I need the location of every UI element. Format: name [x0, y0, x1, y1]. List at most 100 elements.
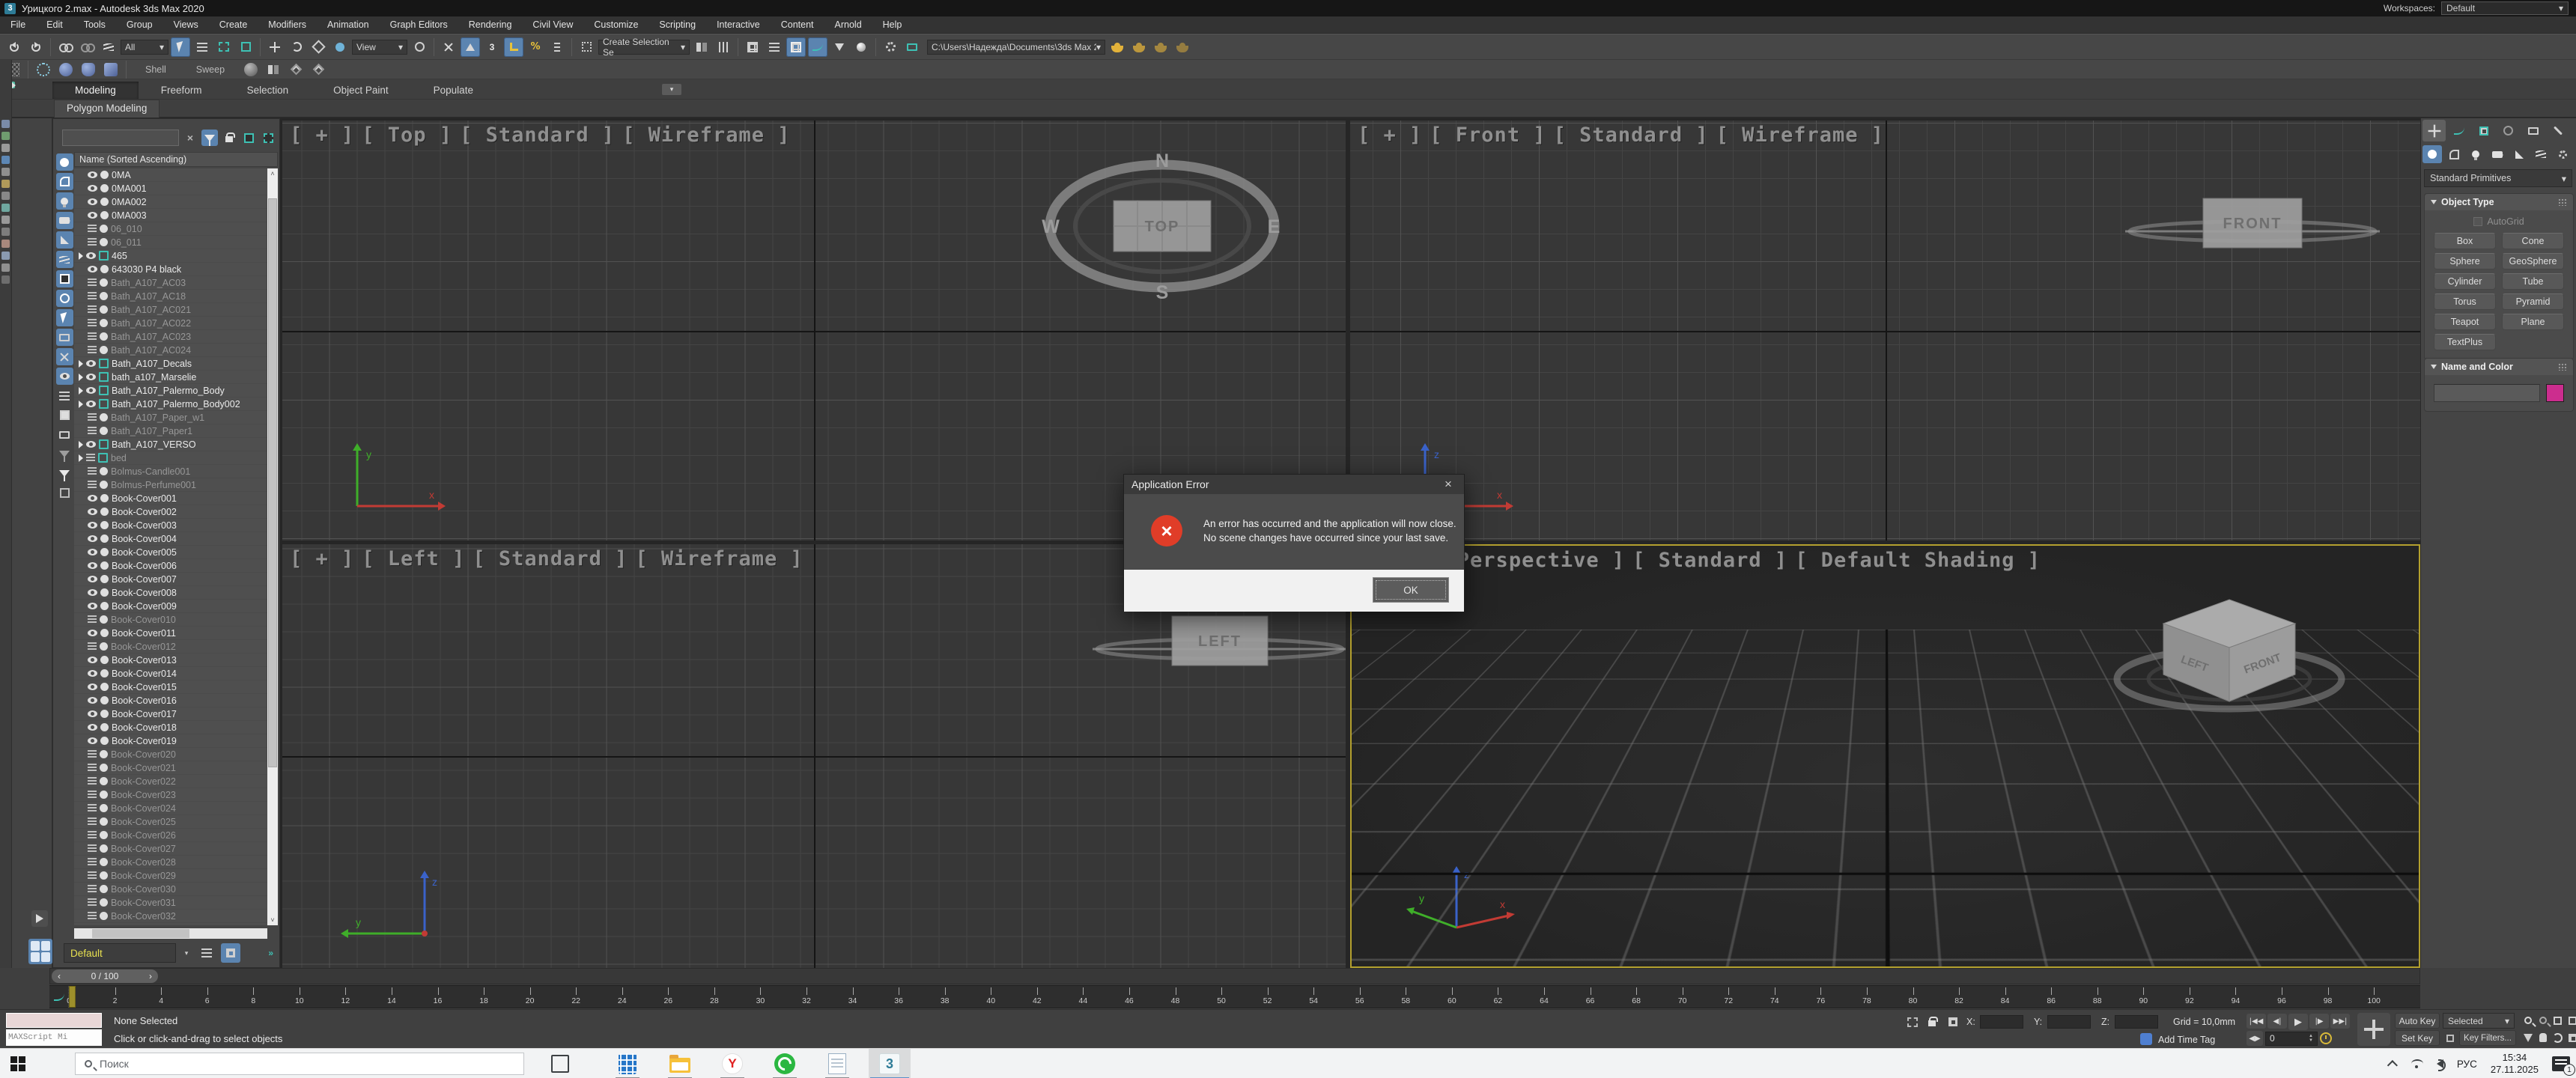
clock[interactable]: 15:34 27.11.2025	[2491, 1052, 2539, 1076]
menu-item[interactable]: Rendering	[458, 16, 523, 34]
mini-icon[interactable]	[1, 180, 10, 188]
explorer-horizontal-scrollbar[interactable]	[74, 928, 267, 939]
viewport-menu-plus[interactable]: [ + ]	[1358, 124, 1422, 147]
explorer-row[interactable]: Book-Cover021	[74, 761, 267, 775]
clear-search-icon[interactable]: ×	[182, 130, 198, 146]
object-name-input[interactable]	[2434, 384, 2540, 402]
mirror-icon[interactable]	[692, 37, 711, 57]
explorer-row[interactable]: Book-Cover031	[74, 896, 267, 910]
active-layer-dropdown[interactable]: Default	[64, 943, 176, 963]
mini-icon[interactable]	[1, 144, 10, 152]
ribbon-config-dropdown[interactable]: ▾	[651, 84, 681, 99]
explorer-row[interactable]: 06_010	[74, 222, 267, 236]
display-containers-icon[interactable]	[56, 329, 73, 346]
visibility-eye-icon[interactable]	[86, 360, 96, 367]
visibility-eye-icon[interactable]	[88, 171, 97, 178]
explorer-row[interactable]: Book-Cover006	[74, 559, 267, 573]
primitive-button[interactable]: Plane	[2502, 314, 2564, 330]
expand-icon[interactable]	[79, 374, 83, 381]
viewcube-top[interactable]: TOP N W E S	[1039, 147, 1286, 305]
window-crossing-icon[interactable]	[236, 37, 255, 57]
explorer-row[interactable]: Book-Cover019	[74, 734, 267, 748]
shell-button[interactable]: Shell	[132, 64, 180, 75]
visibility-eye-icon[interactable]	[88, 657, 97, 663]
render-setup-icon[interactable]	[881, 37, 900, 57]
explorer-row[interactable]: Bath_A107_Paper1	[74, 424, 267, 438]
schematic-view-icon[interactable]	[830, 37, 849, 57]
more-chevron-icon[interactable]: »	[268, 948, 273, 958]
explorer-row[interactable]: Book-Cover025	[74, 815, 267, 829]
lock-explorer-icon[interactable]	[221, 130, 237, 146]
menu-item[interactable]: Arnold	[824, 16, 872, 34]
expand-icon[interactable]	[79, 252, 83, 260]
undo-icon[interactable]	[4, 37, 24, 57]
chevron-down-icon[interactable]: ▾	[180, 943, 192, 963]
ok-button[interactable]: OK	[1373, 577, 1449, 603]
systems-category-icon[interactable]	[2553, 145, 2572, 163]
rendered-frame-icon[interactable]	[902, 37, 922, 57]
viewport-name[interactable]: [ Top ]	[362, 124, 452, 147]
menu-item[interactable]: Animation	[317, 16, 380, 34]
scrollbar-thumb[interactable]	[92, 929, 189, 938]
vertex-mode-icon[interactable]	[34, 60, 53, 79]
viewport-shading[interactable]: [ Wireframe ]	[1716, 124, 1884, 147]
volume-icon[interactable]	[2437, 1059, 2443, 1068]
menu-item[interactable]: Create	[209, 16, 258, 34]
calendar-icon[interactable]	[56, 484, 73, 502]
menu-item[interactable]: Group	[116, 16, 163, 34]
hidden-layers-icon[interactable]	[88, 777, 97, 785]
previous-frame-button[interactable]: ◀|	[2267, 1014, 2287, 1029]
viewport-front[interactable]: [ + ][ Front ][ Standard ][ Wireframe ] …	[1350, 121, 2420, 540]
explorer-row[interactable]: Bolmus-Perfume001	[74, 478, 267, 492]
auto-key-button[interactable]: Auto Key	[2395, 1013, 2440, 1029]
zoom-extents-all-icon[interactable]	[2566, 1012, 2576, 1029]
maxscript-output-line[interactable]	[6, 1013, 102, 1028]
display-shapes-icon[interactable]	[56, 173, 73, 190]
visibility-eye-icon[interactable]	[86, 387, 96, 394]
explorer-row[interactable]: Book-Cover029	[74, 869, 267, 883]
primitive-button[interactable]: Tube	[2502, 273, 2564, 290]
explorer-row[interactable]: Book-Cover013	[74, 654, 267, 667]
hidden-layers-icon[interactable]	[88, 278, 97, 287]
display-materials-icon[interactable]	[56, 309, 73, 326]
explorer-row[interactable]: Bath_A107_AC024	[74, 344, 267, 357]
go-to-start-button[interactable]: |◀◀	[2247, 1014, 2266, 1029]
visibility-eye-icon[interactable]	[88, 724, 97, 731]
primitive-button[interactable]: Cone	[2502, 233, 2564, 249]
start-button[interactable]	[10, 1056, 25, 1071]
explorer-column-header[interactable]: Name (Sorted Ascending)	[74, 152, 278, 167]
primitive-button[interactable]: GeoSphere	[2502, 253, 2564, 270]
lattice2-icon[interactable]	[309, 60, 328, 79]
mini-icon[interactable]	[1, 120, 10, 128]
taskbar-search[interactable]: Поиск	[75, 1053, 524, 1075]
next-frame-icon[interactable]: ›	[149, 971, 152, 981]
hidden-layers-icon[interactable]	[88, 750, 97, 758]
explorer-row[interactable]: bed	[74, 451, 267, 465]
visibility-eye-icon[interactable]	[88, 495, 97, 502]
ribbon-tab[interactable]: Modeling	[52, 82, 139, 99]
align-icon[interactable]	[714, 37, 733, 57]
explorer-row[interactable]: 0MA002	[74, 195, 267, 209]
mini-icon[interactable]	[1, 240, 10, 248]
time-slider-handle[interactable]: ‹ 0 / 100 ›	[52, 969, 158, 983]
taskbar-app-notepad[interactable]	[816, 1049, 858, 1078]
hidden-layers-icon[interactable]	[88, 858, 97, 866]
hidden-icons-chevron[interactable]	[2387, 1060, 2398, 1071]
explorer-row[interactable]: Book-Cover007	[74, 573, 267, 586]
menu-item[interactable]: Customize	[583, 16, 648, 34]
visibility-eye-icon[interactable]	[88, 212, 97, 219]
primitive-button[interactable]: Teapot	[2434, 314, 2496, 330]
explorer-vertical-scrollbar[interactable]: ˄ ˅	[267, 168, 278, 925]
visibility-eye-icon[interactable]	[86, 401, 96, 407]
render-activeshade-icon[interactable]	[1151, 37, 1170, 57]
viewport-shading[interactable]: [ Wireframe ]	[622, 124, 790, 147]
next-frame-button[interactable]: |▶	[2309, 1014, 2329, 1029]
set-key-button[interactable]: Set Key	[2395, 1030, 2440, 1046]
hidden-layers-icon[interactable]	[88, 912, 97, 920]
reference-coordinate-dropdown[interactable]: View▾	[352, 40, 407, 55]
hidden-layers-icon[interactable]	[88, 238, 97, 246]
toggle-ribbon-icon[interactable]	[786, 37, 806, 57]
maximize-viewport-icon[interactable]	[2566, 1029, 2576, 1046]
explorer-row[interactable]: Bolmus-Candle001	[74, 465, 267, 478]
explorer-row[interactable]: Book-Cover008	[74, 586, 267, 600]
